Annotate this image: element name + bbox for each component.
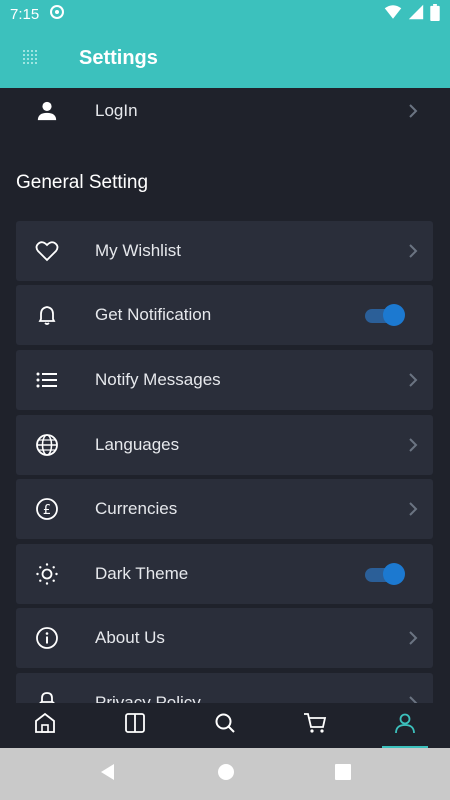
chevron-right-icon <box>393 695 433 703</box>
setting-item-label: Privacy Policy <box>95 693 201 703</box>
battery-icon <box>430 3 440 25</box>
section-title: General Setting <box>16 172 149 193</box>
profile-icon <box>393 711 417 740</box>
toggle-knob <box>383 304 405 326</box>
bell-icon <box>16 303 78 327</box>
status-left: 7:15 <box>10 4 65 24</box>
status-right <box>384 3 440 25</box>
setting-item-label: My Wishlist <box>95 241 181 260</box>
bottom-nav <box>0 703 450 748</box>
setting-item-currencies[interactable]: £ Currencies <box>16 479 433 539</box>
pound-icon: £ <box>16 497 78 521</box>
system-nav-bar <box>0 748 450 800</box>
person-icon <box>16 100 78 122</box>
nav-categories[interactable] <box>90 703 180 748</box>
setting-item-notification[interactable]: Get Notification <box>16 285 433 345</box>
dots-grid-icon[interactable] <box>16 43 46 73</box>
setting-item-label: About Us <box>95 628 165 647</box>
chevron-right-icon <box>393 103 433 119</box>
app-bar: Settings <box>0 28 450 88</box>
status-time: 7:15 <box>10 5 40 23</box>
info-icon <box>16 626 78 650</box>
nav-cart[interactable] <box>270 703 360 748</box>
toggle-knob <box>383 563 405 585</box>
globe-icon <box>16 433 78 457</box>
list-icon <box>16 370 78 390</box>
setting-item-wishlist[interactable]: My Wishlist <box>16 221 433 281</box>
chevron-right-icon <box>393 630 433 646</box>
setting-item-label: Dark Theme <box>95 564 189 583</box>
at-sign-icon <box>49 4 65 24</box>
status-bar: 7:15 <box>0 0 450 28</box>
lock-icon <box>16 691 78 703</box>
chevron-right-icon <box>393 437 433 453</box>
setting-item-notify-messages[interactable]: Notify Messages <box>16 350 433 410</box>
setting-item-label: Languages <box>95 435 180 454</box>
setting-item-label: Get Notification <box>95 305 212 324</box>
dark-theme-toggle[interactable] <box>365 562 405 586</box>
categories-icon <box>123 711 147 740</box>
recents-icon[interactable] <box>335 763 351 785</box>
login-label: LogIn <box>95 101 138 120</box>
setting-item-label: Notify Messages <box>95 370 221 389</box>
svg-text:£: £ <box>43 503 51 518</box>
settings-content: LogIn General Setting My Wishlist Get No… <box>0 88 450 703</box>
setting-item-label: Currencies <box>95 499 178 518</box>
setting-item-privacy-policy[interactable]: Privacy Policy <box>16 673 433 703</box>
search-icon <box>213 711 237 740</box>
page-title: Settings <box>79 46 158 69</box>
notification-toggle[interactable] <box>365 303 405 327</box>
setting-item-languages[interactable]: Languages <box>16 415 433 475</box>
nav-home[interactable] <box>0 703 90 748</box>
signal-icon <box>408 4 424 24</box>
nav-search[interactable] <box>180 703 270 748</box>
home-icon <box>33 711 57 740</box>
setting-item-dark-theme[interactable]: Dark Theme <box>16 544 433 604</box>
setting-item-about-us[interactable]: About Us <box>16 608 433 668</box>
cart-icon <box>303 711 327 740</box>
sun-icon <box>16 562 78 586</box>
chevron-right-icon <box>393 372 433 388</box>
nav-profile[interactable] <box>360 703 450 748</box>
chevron-right-icon <box>393 501 433 517</box>
wifi-icon <box>384 4 402 24</box>
back-icon[interactable] <box>99 763 117 786</box>
heart-icon <box>16 240 78 262</box>
login-row[interactable]: LogIn <box>16 88 433 134</box>
home-circle-icon[interactable] <box>217 763 235 786</box>
chevron-right-icon <box>393 243 433 259</box>
